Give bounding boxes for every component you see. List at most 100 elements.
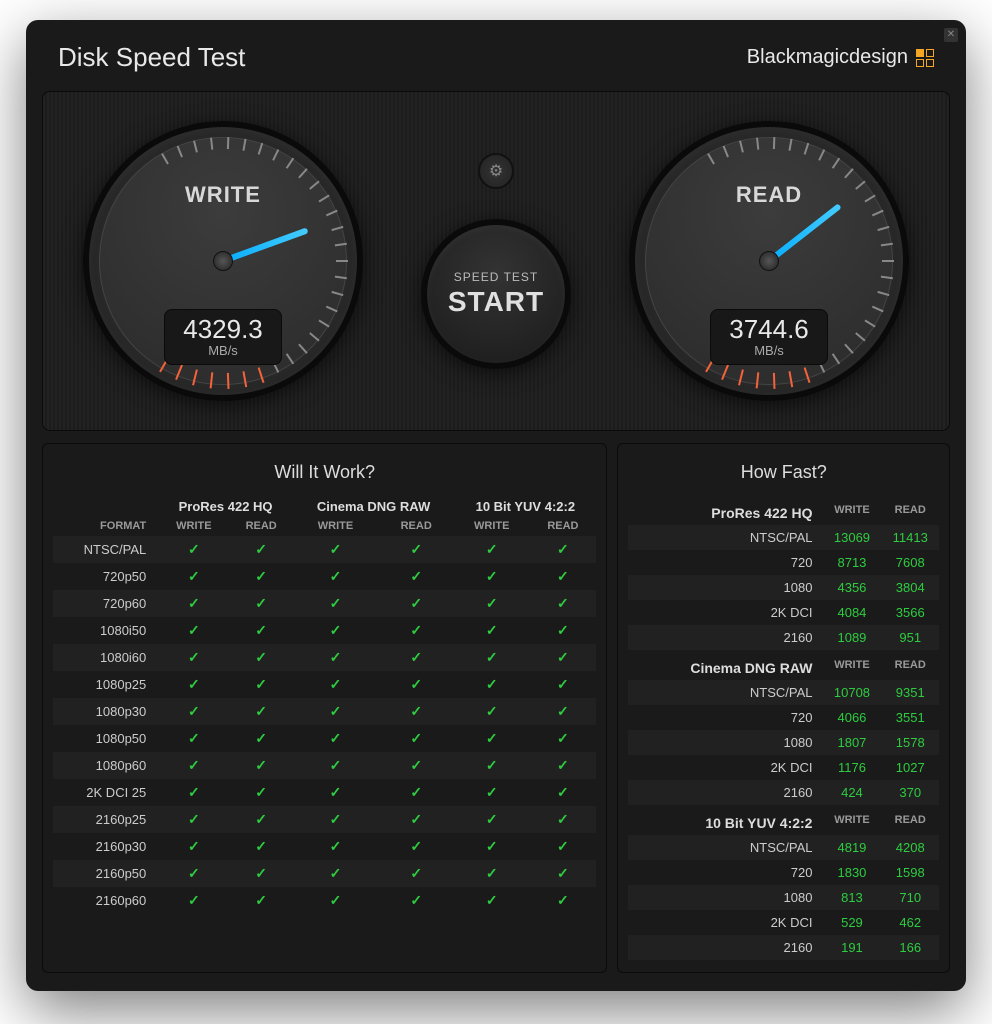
table-row: 21601089951: [628, 625, 939, 650]
write-fps: 1089: [822, 625, 881, 650]
read-fps: 166: [881, 935, 939, 960]
check-icon: ✓: [454, 887, 529, 914]
table-row: 2160p30✓✓✓✓✓✓: [53, 833, 596, 860]
write-fps: 8713: [822, 550, 881, 575]
check-icon: ✓: [229, 617, 292, 644]
format-label: 2160p25: [53, 806, 158, 833]
table-row: 1080i60✓✓✓✓✓✓: [53, 644, 596, 671]
check-icon: ✓: [229, 833, 292, 860]
write-fps: 424: [822, 780, 881, 805]
check-icon: ✓: [378, 644, 454, 671]
check-icon: ✓: [158, 806, 229, 833]
format-label: 2160p50: [53, 860, 158, 887]
write-fps: 13069: [822, 525, 881, 550]
check-icon: ✓: [378, 590, 454, 617]
start-button[interactable]: SPEED TEST START: [421, 219, 571, 369]
format-label: NTSC/PAL: [53, 536, 158, 563]
check-icon: ✓: [378, 617, 454, 644]
table-row: NTSC/PAL1306911413: [628, 525, 939, 550]
check-icon: ✓: [293, 833, 378, 860]
read-readout: 3744.6 MB/s: [710, 309, 828, 365]
format-label: 2160p30: [53, 833, 158, 860]
check-icon: ✓: [378, 536, 454, 563]
write-unit: MB/s: [183, 343, 263, 358]
how-fast-panel: How Fast? ProRes 422 HQWRITEREADNTSC/PAL…: [617, 443, 950, 973]
check-icon: ✓: [529, 617, 596, 644]
codec-section: Cinema DNG RAW: [628, 650, 822, 680]
check-icon: ✓: [454, 563, 529, 590]
check-icon: ✓: [293, 617, 378, 644]
close-icon[interactable]: ✕: [944, 28, 958, 42]
codec-section: ProRes 422 HQ: [628, 495, 822, 525]
check-icon: ✓: [229, 779, 292, 806]
center-controls: ⚙ SPEED TEST START: [421, 153, 571, 369]
check-icon: ✓: [229, 725, 292, 752]
read-gauge: READ 3744.6 MB/s: [629, 121, 909, 401]
write-fps: 4066: [822, 705, 881, 730]
check-icon: ✓: [454, 644, 529, 671]
read-fps: 710: [881, 885, 939, 910]
check-icon: ✓: [293, 536, 378, 563]
check-icon: ✓: [529, 563, 596, 590]
check-icon: ✓: [158, 860, 229, 887]
check-icon: ✓: [293, 752, 378, 779]
tables-row: Will It Work? ProRes 422 HQCinema DNG RA…: [42, 443, 950, 973]
table-row: 720p60✓✓✓✓✓✓: [53, 590, 596, 617]
check-icon: ✓: [529, 536, 596, 563]
resolution-label: 2160: [628, 780, 822, 805]
check-icon: ✓: [158, 644, 229, 671]
check-icon: ✓: [529, 644, 596, 671]
read-fps: 1578: [881, 730, 939, 755]
table-row: 2K DCI11761027: [628, 755, 939, 780]
check-icon: ✓: [293, 860, 378, 887]
check-icon: ✓: [158, 833, 229, 860]
resolution-label: 1080: [628, 885, 822, 910]
check-icon: ✓: [378, 860, 454, 887]
write-gauge-label: WRITE: [185, 182, 261, 208]
table-row: 2K DCI 25✓✓✓✓✓✓: [53, 779, 596, 806]
check-icon: ✓: [158, 779, 229, 806]
check-icon: ✓: [454, 590, 529, 617]
will-it-work-table: ProRes 422 HQCinema DNG RAW10 Bit YUV 4:…: [53, 495, 596, 914]
check-icon: ✓: [158, 725, 229, 752]
check-icon: ✓: [158, 536, 229, 563]
check-icon: ✓: [529, 806, 596, 833]
table-row: 2160424370: [628, 780, 939, 805]
read-fps: 462: [881, 910, 939, 935]
codec-header: 10 Bit YUV 4:2:2: [454, 495, 596, 516]
table-row: 2160p60✓✓✓✓✓✓: [53, 887, 596, 914]
check-icon: ✓: [529, 752, 596, 779]
check-icon: ✓: [529, 887, 596, 914]
check-icon: ✓: [454, 860, 529, 887]
check-icon: ✓: [158, 698, 229, 725]
start-button-small: SPEED TEST: [454, 270, 538, 284]
table-row: 1080p25✓✓✓✓✓✓: [53, 671, 596, 698]
codec-header: ProRes 422 HQ: [158, 495, 293, 516]
how-fast-title: How Fast?: [628, 454, 939, 495]
app-window: ✕ Disk Speed Test Blackmagicdesign WRITE…: [26, 20, 966, 991]
check-icon: ✓: [378, 806, 454, 833]
table-row: 720p50✓✓✓✓✓✓: [53, 563, 596, 590]
check-icon: ✓: [293, 644, 378, 671]
resolution-label: 1080: [628, 575, 822, 600]
check-icon: ✓: [529, 671, 596, 698]
resolution-label: 720: [628, 860, 822, 885]
table-row: 2K DCI40843566: [628, 600, 939, 625]
check-icon: ✓: [378, 752, 454, 779]
app-title: Disk Speed Test: [58, 42, 245, 73]
gear-icon[interactable]: ⚙: [478, 153, 514, 189]
check-icon: ✓: [454, 725, 529, 752]
check-icon: ✓: [454, 779, 529, 806]
table-row: 108043563804: [628, 575, 939, 600]
check-icon: ✓: [293, 779, 378, 806]
read-fps: 9351: [881, 680, 939, 705]
check-icon: ✓: [529, 833, 596, 860]
check-icon: ✓: [454, 806, 529, 833]
brand-label: Blackmagicdesign: [747, 46, 934, 69]
gauge-panel: WRITE 4329.3 MB/s ⚙ SPEED TEST START REA…: [42, 91, 950, 431]
check-icon: ✓: [529, 779, 596, 806]
resolution-label: NTSC/PAL: [628, 680, 822, 705]
format-header: FORMAT: [53, 516, 158, 536]
check-icon: ✓: [454, 536, 529, 563]
table-row: 1080p60✓✓✓✓✓✓: [53, 752, 596, 779]
